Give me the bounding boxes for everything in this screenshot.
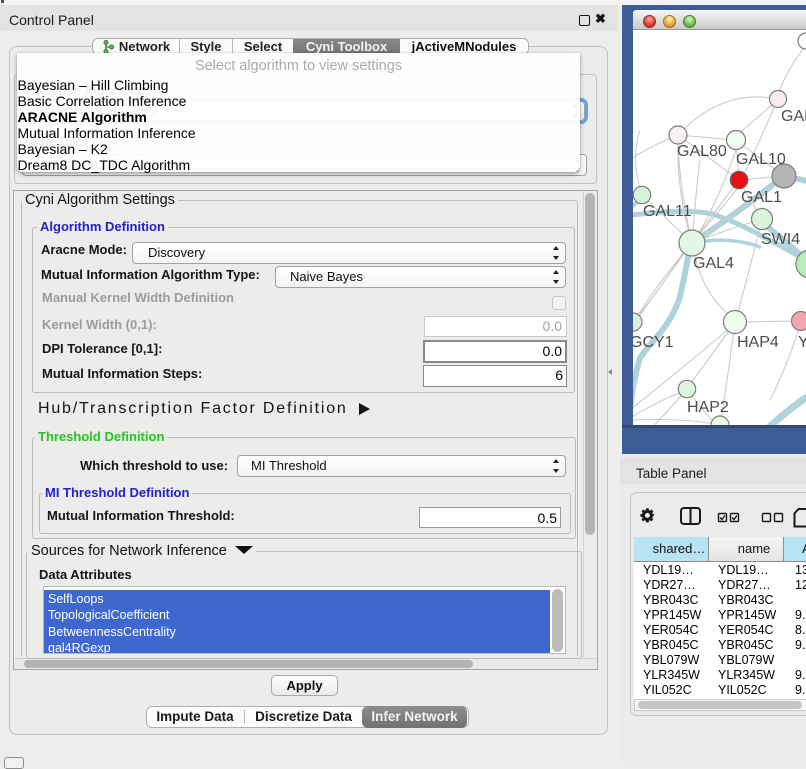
svg-text:GAL80: GAL80	[677, 143, 727, 160]
svg-text:SWI4: SWI4	[761, 231, 800, 248]
svg-text:HAP2: HAP2	[687, 399, 729, 416]
svg-text:GAL10: GAL10	[736, 151, 786, 168]
svg-text:GAL4: GAL4	[693, 255, 734, 272]
svg-text:YJ: YJ	[798, 334, 806, 351]
svg-text:GAL8: GAL8	[781, 108, 806, 125]
svg-text:GAL11: GAL11	[643, 203, 692, 220]
svg-text:GAL1: GAL1	[741, 189, 782, 206]
svg-text:GCY1: GCY1	[633, 334, 674, 351]
svg-text:HAP4: HAP4	[737, 334, 779, 351]
